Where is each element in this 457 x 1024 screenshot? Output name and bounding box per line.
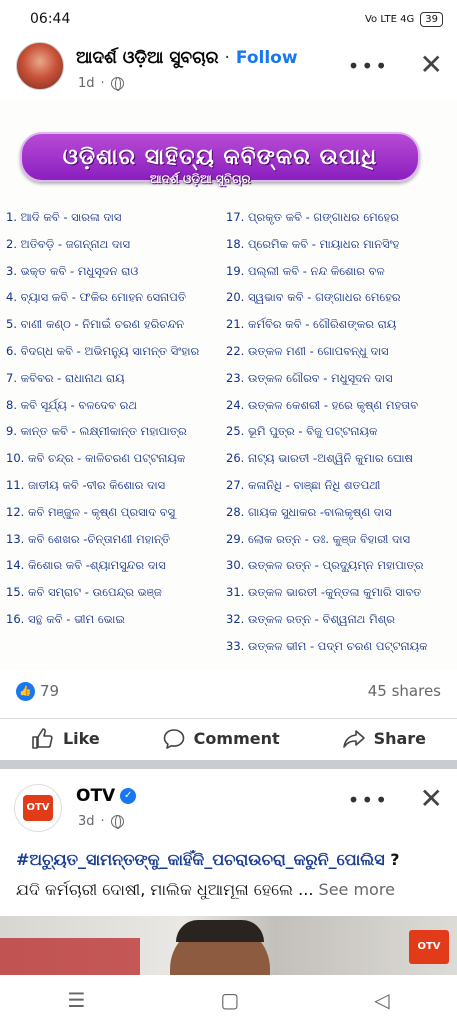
post-author: OTV ✓ xyxy=(76,786,137,806)
battery-icon: 39 xyxy=(420,11,443,27)
reaction-count[interactable]: 79 xyxy=(40,682,59,700)
poster-title: ଓଡ଼ିଶାର ସାହିତ୍ୟ କବିଙ୍କର ଉପାଧି xyxy=(62,144,378,170)
list-item: 18. ପ୍ରେମିକ କବି - ମାୟାଧର ମାନସିଂହ xyxy=(226,236,400,251)
system-nav-bar: ☰ ▢ ◁ xyxy=(0,975,457,1024)
share-icon xyxy=(342,729,365,748)
home-button[interactable]: ▢ xyxy=(220,988,239,1012)
separator: · xyxy=(224,48,230,68)
list-item: 20. ସ୍ୱଭାବ କବି - ଗଙ୍ଗାଧର ମେହେର xyxy=(226,290,401,305)
recent-apps-button[interactable]: ☰ xyxy=(67,988,85,1012)
comment-button[interactable]: Comment xyxy=(162,727,280,751)
list-item: 29. ଲୋକ ରତ୍ନ - ଡଃ. କୁଞ୍ଜ ବିହାରୀ ଦାସ xyxy=(226,531,411,546)
list-item: 10. କବି ଚନ୍ଦ୍ର - କାଳିଚରଣ ପଟ୍ଟନାୟକ xyxy=(6,451,186,466)
post-meta: 1d · xyxy=(78,76,124,91)
reactions-bar: 👍 79 45 shares xyxy=(0,680,457,708)
share-label: Share xyxy=(373,729,427,748)
list-item: 27. କଳାନିଧି - ବାଞ୍ଛା ନିଧି ଶତପଥୀ xyxy=(226,477,381,492)
post-actions: Like Comment Share xyxy=(0,718,457,758)
list-item: 12. କବି ମଞ୍ଜୁଳ - କୃଷ୍ଣ ପ୍ରସାଦ ବସୁ xyxy=(6,504,176,519)
shares-count[interactable]: 45 shares xyxy=(368,682,441,700)
post-time[interactable]: 3d xyxy=(78,814,95,829)
list-item: 7. କବିବର - ରାଧାନାଥ ରାୟ xyxy=(6,370,125,385)
status-bar: 06:44 Vo LTE 4G 39 xyxy=(0,0,457,38)
list-item: 9. କାନ୍ତ କବି - ଲକ୍ଷ୍ମୀକାନ୍ତ ମହାପାତ୍ର xyxy=(6,424,187,439)
list-item: 22. ଉତ୍କଳ ମଣୀ - ଗୋପବନ୍ଧୁ ଦାସ xyxy=(226,343,389,358)
status-icons: Vo LTE 4G 39 xyxy=(364,11,443,27)
otv-watermark-icon: OTV xyxy=(409,930,449,964)
list-item: 16. ସନ୍ଥ କବି - ଭୀମ ଭୋଇ xyxy=(6,611,125,626)
list-item: 4. ବ୍ୟାସ କବି - ଫକିର ମୋହନ ସେନାପତି xyxy=(6,290,187,305)
list-item: 15. କବି ସମ୍ରାଟ - ଉପେନ୍ଦ୍ର ଭଞ୍ଜ xyxy=(6,585,162,600)
list-item: 30. ଉତ୍କଳ ରତ୍ନ - ପ୍ରଦ୍ୟୁମ୍ନ ମହାପାତ୍ର xyxy=(226,558,424,573)
list-item: 19. ପଲ୍ଲୀ କବି - ନନ୍ଦ କିଶୋର ବଳ xyxy=(226,263,385,278)
list-item: 3. ଭକ୍ତ କବି - ମଧୁସୂଦନ ରାଓ xyxy=(6,263,139,278)
poster-right-column: 17. ପ୍ରକୃତ କବି - ଗଙ୍ଗାଧର ମେହେର 18. ପ୍ରେମ… xyxy=(226,204,454,660)
poster-left-column: 1. ଆଦି କବି - ସାରଳା ଦାସ 2. ଅତିବଡ଼ି - ଜଗନ୍… xyxy=(6,204,220,633)
list-item: 25. ଭୂମି ପୁତ୍ର - ବିଜୁ ପଟ୍ଟନାୟକ xyxy=(226,424,378,439)
hashtag-suffix: ? xyxy=(384,850,400,869)
author-name[interactable]: ଆଦର୍ଶ ଓଡ଼ିଆ ସୁବଚାର xyxy=(76,48,219,68)
more-options-button[interactable]: ••• xyxy=(348,788,389,812)
post-hashtag: #ଅଚ୍ୟୁତ_ସାମନ୍ତଙ୍କୁ_କାହିଁକି_ପଚରାଉଚରା_କରୁନ… xyxy=(16,850,446,870)
like-button[interactable]: Like xyxy=(31,727,100,751)
list-item: 23. ଉତ୍କଳ ଗୌରବ - ମଧୁସୂଦନ ଦାସ xyxy=(226,370,393,385)
avatar[interactable] xyxy=(16,42,64,90)
globe-icon xyxy=(110,77,124,91)
list-item: 26. ନାଟ୍ୟ ଭାରତୀ -ଅଶ୍ୱିନି କୁମାର ଘୋଷ xyxy=(226,451,413,466)
network-icon: Vo LTE 4G xyxy=(364,13,415,25)
post-text-body: ଯଦି କର୍ମଚାରୀ ଦୋଷୀ, ମାଲିକ ଧୁଆମୂଳା ହେଲେ ..… xyxy=(16,880,319,899)
thumbs-up-icon xyxy=(32,727,53,749)
close-button[interactable]: ✕ xyxy=(420,48,443,81)
comment-label: Comment xyxy=(193,729,280,748)
list-item: 17. ପ୍ରକୃତ କବି - ଗଙ୍ଗାଧର ମେହେର xyxy=(226,210,399,224)
feed-divider xyxy=(0,760,457,769)
verified-badge-icon: ✓ xyxy=(120,788,137,804)
list-item: 6. ବିଦଗ୍ଧ କବି - ଅଭିମନ୍ୟୁ ସାମନ୍ତ ସିଂହାର xyxy=(6,343,200,358)
list-item: 33. ଉତ୍କଳ ଭୀମ - ପଦ୍ମ ଚରଣ ପଟ୍ଟନାୟକ xyxy=(226,638,428,653)
status-time: 06:44 xyxy=(30,11,71,27)
list-item: 21. କର୍ମବିର କବି - ଗୌରିଶଙ୍କର ରାୟ xyxy=(226,317,397,332)
share-button[interactable]: Share xyxy=(342,727,426,751)
building-shape xyxy=(0,938,140,976)
globe-icon xyxy=(110,815,124,829)
post-time[interactable]: 1d xyxy=(78,76,95,91)
post-card-otv: OTV OTV ✓ 3d · ••• ✕ #ଅଚ୍ୟୁତ_ସାମନ୍ତଙ୍କୁ_… xyxy=(0,770,457,976)
post-author: ଆଦର୍ଶ ଓଡ଼ିଆ ସୁବଚାର · Follow xyxy=(76,48,298,68)
list-item: 14. କିଶୋର କବି -ଶ୍ୟାମସୁନ୍ଦର ଦାସ xyxy=(6,558,166,573)
list-item: 8. କବି ସୂର୍ଯ୍ୟ - ବଳଦେବ ରଥ xyxy=(6,397,137,412)
otv-avatar[interactable]: OTV xyxy=(14,784,62,832)
person-hair xyxy=(176,920,264,942)
more-options-button[interactable]: ••• xyxy=(348,54,389,78)
poster-subtitle: ଆଦର୍ଶ ଓଡ଼ିଆ ସୁବିଚାର xyxy=(150,172,251,186)
see-more-link[interactable]: See more xyxy=(319,880,395,899)
post-text: ଯଦି କର୍ମଚାରୀ ଦୋଷୀ, ମାଲିକ ଧୁଆମୂଳା ହେଲେ ..… xyxy=(16,880,395,900)
follow-button[interactable]: Follow xyxy=(236,48,298,68)
post-header: ଆଦର୍ଶ ଓଡ଼ିଆ ସୁବଚାର · Follow 1d · ••• ✕ xyxy=(0,38,457,98)
list-item: 32. ଉତ୍କଳ ରତ୍ନ - ବିଶ୍ୱନାଥ ମିଶ୍ର xyxy=(226,611,395,626)
list-item: 31. ଉତ୍କଳ ଭାରତୀ -କୁନ୍ତଳା କୁମାରି ସାବତ xyxy=(226,585,422,600)
list-item: 5. ବାଣୀ କଣ୍ଠ - ନିମାଇଁ ଚରଣ ହରିଚନ୍ଦନ xyxy=(6,317,185,332)
post-photo[interactable]: OTV xyxy=(0,916,457,976)
like-label: Like xyxy=(62,729,100,748)
list-item: 2. ଅତିବଡ଼ି - ଜଗନ୍ନାଥ ଦାସ xyxy=(6,236,130,251)
author-name[interactable]: OTV xyxy=(76,786,115,806)
post-meta: 3d · xyxy=(78,814,124,829)
like-reaction-icon: 👍 xyxy=(16,682,35,701)
otv-logo-icon: OTV xyxy=(23,795,53,821)
list-item: 24. ଉତ୍କଳ କେଶରୀ - ହରେ କୃଷ୍ଣ ମହତାବ xyxy=(226,397,419,412)
hashtag-link[interactable]: #ଅଚ୍ୟୁତ_ସାମନ୍ତଙ୍କୁ_କାହିଁକି_ପଚରାଉଚରା_କରୁନ… xyxy=(16,850,385,869)
list-item: 28. ଗାୟକ ସୁଧାକର -ବାଲକୃଷ୍ଣ ଦାସ xyxy=(226,504,392,519)
back-button[interactable]: ◁ xyxy=(374,988,389,1012)
post-image[interactable]: ଓଡ଼ିଶାର ସାହିତ୍ୟ କବିଙ୍କର ଉପାଧି ଆଦର୍ଶ ଓଡ଼ି… xyxy=(0,100,457,670)
close-button[interactable]: ✕ xyxy=(420,782,443,815)
comment-icon xyxy=(163,728,184,749)
list-item: 1. ଆଦି କବି - ସାରଳା ଦାସ xyxy=(6,210,122,224)
list-item: 13. କବି ଶେଖର -ଚିନ୍ତାମଣୀ ମହାନ୍ତି xyxy=(6,531,171,546)
list-item: 11. ଜାତୀୟ କବି -ବୀର କିଶୋର ଦାସ xyxy=(6,477,166,492)
